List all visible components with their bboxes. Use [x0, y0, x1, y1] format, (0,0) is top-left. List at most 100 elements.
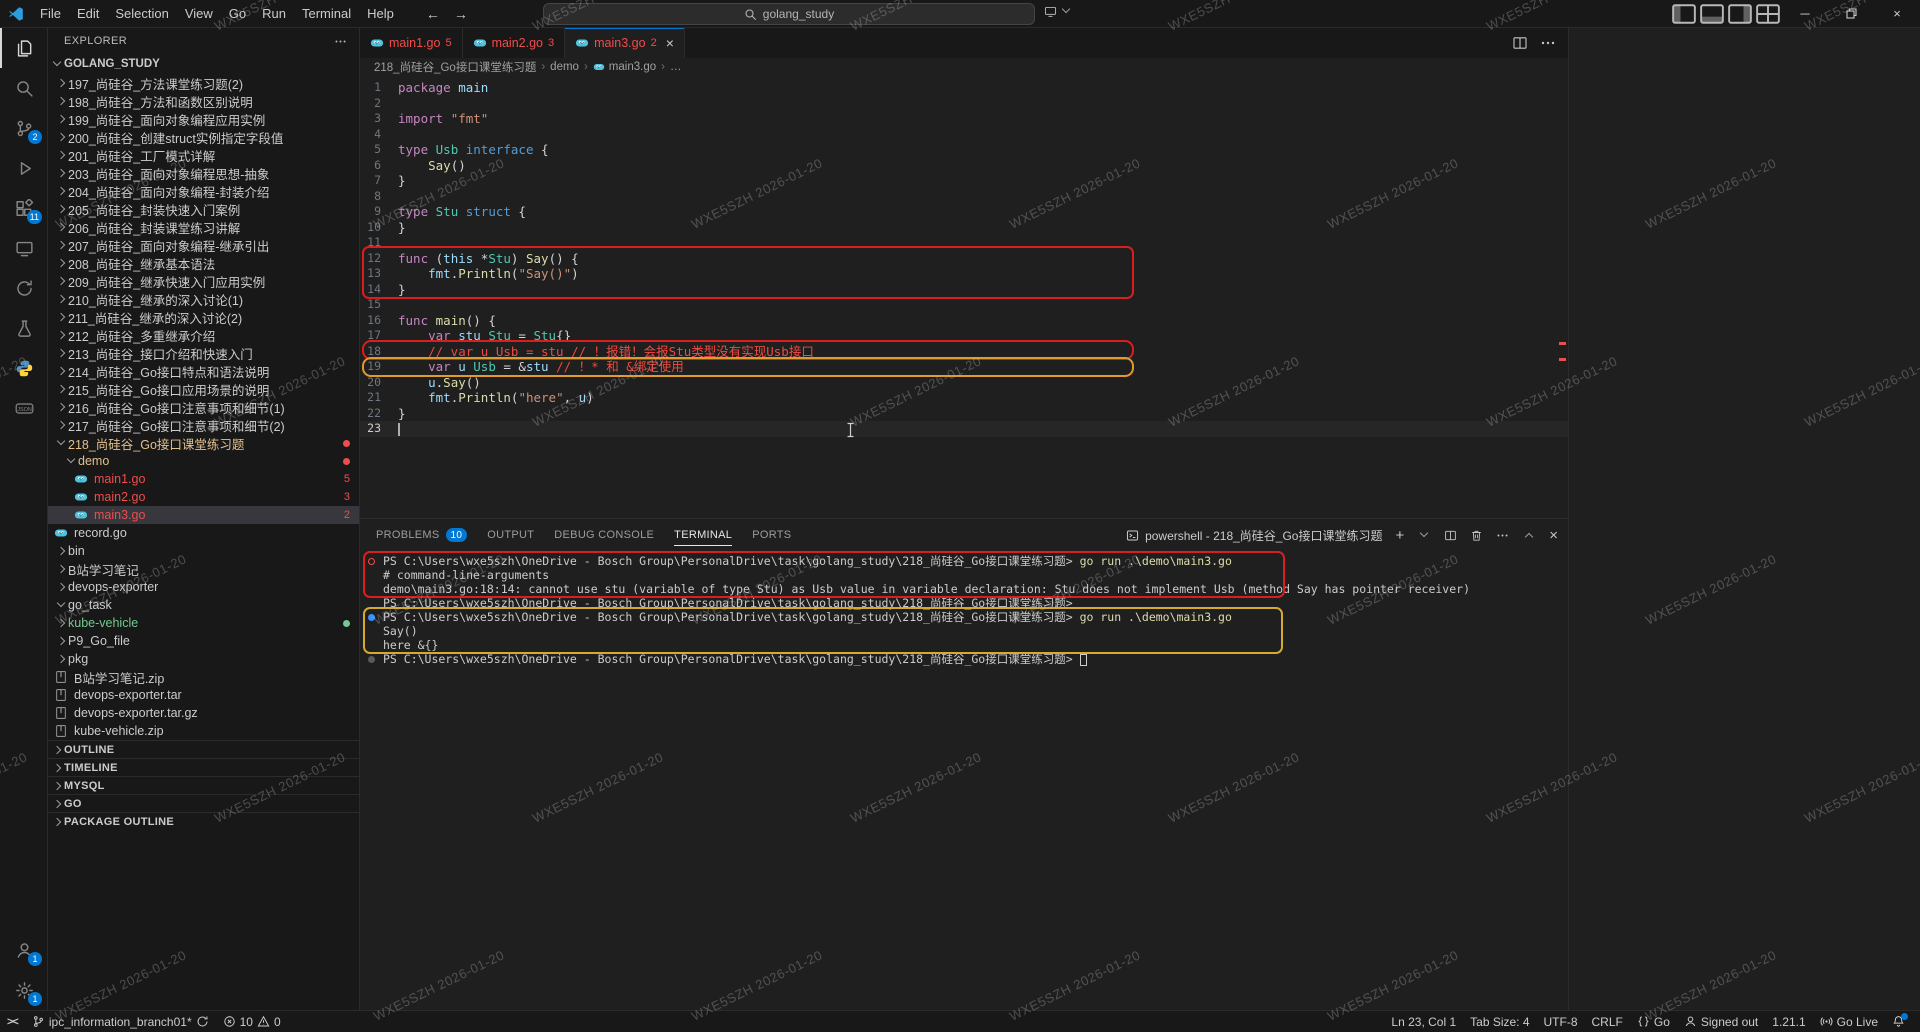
terminal-output[interactable]: PS C:\Users\wxe5szh\OneDrive - Bosch Gro…: [360, 551, 1568, 1010]
encoding[interactable]: UTF-8: [1537, 1011, 1585, 1032]
tree-item[interactable]: devops-exporter.tar.gz: [48, 704, 359, 722]
code-line[interactable]: 2: [360, 96, 1568, 112]
tree-item[interactable]: 205_尚硅谷_封装快速入门案例: [48, 200, 359, 218]
layout-control-button[interactable]: [1044, 4, 1073, 18]
remote-indicator[interactable]: ><: [0, 1011, 25, 1032]
eol-sequence[interactable]: CRLF: [1585, 1011, 1630, 1032]
account-status[interactable]: Signed out: [1677, 1011, 1765, 1032]
tree-item[interactable]: 201_尚硅谷_工厂模式详解: [48, 146, 359, 164]
code-editor[interactable]: 1 package main 2 3 import "fmt" 4 5 type Usb in…: [360, 76, 1568, 518]
nav-back-icon[interactable]: ←: [426, 6, 440, 22]
tree-item[interactable]: 206_尚硅谷_封装课堂练习讲解: [48, 218, 359, 236]
tree-item[interactable]: 204_尚硅谷_面向对象编程-封装介绍: [48, 182, 359, 200]
activity-search[interactable]: [0, 68, 47, 108]
sidebar-section-outline[interactable]: OUTLINE: [48, 740, 359, 758]
activity-remote[interactable]: [0, 228, 47, 268]
terminal-dropdown-icon[interactable]: [1417, 528, 1431, 542]
breadcrumb-item[interactable]: 218_尚硅谷_Go接口课堂练习题: [374, 59, 536, 75]
menu-view[interactable]: View: [177, 3, 221, 24]
toggle-primary-sidebar-icon[interactable]: [1670, 0, 1698, 27]
tree-item[interactable]: B站学习笔记.zip: [48, 668, 359, 686]
code-line[interactable]: 16 func main() {: [360, 313, 1568, 329]
split-editor-icon[interactable]: [1512, 35, 1528, 51]
activity-source-control[interactable]: 2: [0, 108, 47, 148]
panel-more-actions-icon[interactable]: [1496, 529, 1509, 542]
menu-go[interactable]: Go: [221, 3, 254, 24]
close-icon[interactable]: ×: [666, 36, 674, 50]
code-line[interactable]: 3 import "fmt": [360, 111, 1568, 127]
go-live[interactable]: Go Live: [1813, 1011, 1885, 1032]
sidebar-section-timeline[interactable]: TIMELINE: [48, 758, 359, 776]
panel-tab-debug-console[interactable]: DEBUG CONSOLE: [554, 519, 654, 551]
close-window-button[interactable]: ×: [1874, 0, 1920, 27]
code-line[interactable]: 4: [360, 127, 1568, 143]
breadcrumb-item[interactable]: …: [670, 61, 682, 73]
menu-selection[interactable]: Selection: [107, 3, 176, 24]
tree-item[interactable]: kube-vehicle: [48, 614, 359, 632]
kill-terminal-icon[interactable]: [1470, 529, 1483, 542]
tree-item[interactable]: 214_尚硅谷_Go接口特点和语法说明: [48, 362, 359, 380]
activity-testing[interactable]: [0, 308, 47, 348]
tree-item[interactable]: 215_尚硅谷_Go接口应用场景的说明: [48, 380, 359, 398]
sidebar-section-mysql[interactable]: MYSQL: [48, 776, 359, 794]
nav-forward-icon[interactable]: →: [454, 6, 468, 22]
tree-item[interactable]: demo: [48, 452, 359, 470]
code-line[interactable]: 10}: [360, 220, 1568, 236]
breadcrumb-item[interactable]: main3.go: [593, 61, 656, 73]
tree-item[interactable]: 212_尚硅谷_多重继承介绍: [48, 326, 359, 344]
customize-layout-icon[interactable]: [1754, 0, 1782, 27]
editor-more-actions-icon[interactable]: [1540, 35, 1556, 51]
terminal-session[interactable]: powershell - 218_尚硅谷_Go接口课堂练习题: [1126, 527, 1382, 544]
activity-settings[interactable]: 1: [0, 970, 47, 1010]
code-line[interactable]: 5 type Usb interface {: [360, 142, 1568, 158]
activity-account[interactable]: 1: [0, 930, 47, 970]
activity-json[interactable]: JSON: [0, 388, 47, 428]
code-line[interactable]: 15: [360, 297, 1568, 313]
minimize-button[interactable]: ─: [1782, 0, 1828, 27]
code-line[interactable]: 6 Say(): [360, 158, 1568, 174]
activity-explorer[interactable]: [0, 28, 47, 68]
problems-item[interactable]: 10 0: [216, 1011, 288, 1032]
tree-item[interactable]: B站学习笔记: [48, 560, 359, 578]
tree-item[interactable]: 218_尚硅谷_Go接口课堂练习题: [48, 434, 359, 452]
tree-item[interactable]: 200_尚硅谷_创建struct实例指定字段值: [48, 128, 359, 146]
cursor-position[interactable]: Ln 23, Col 1: [1384, 1011, 1463, 1032]
go-version[interactable]: 1.21.1: [1765, 1011, 1812, 1032]
notifications-bell[interactable]: [1885, 1011, 1912, 1032]
code-line[interactable]: 20 u.Say(): [360, 375, 1568, 391]
code-line[interactable]: 11: [360, 235, 1568, 251]
code-line[interactable]: 12 func (this *Stu) Say() {: [360, 251, 1568, 267]
tree-item[interactable]: main3.go 2: [48, 506, 359, 524]
code-line[interactable]: 17 var stu Stu = Stu{}: [360, 328, 1568, 344]
tree-item[interactable]: devops-exporter: [48, 578, 359, 596]
activity-sync[interactable]: [0, 268, 47, 308]
tree-item[interactable]: main2.go 3: [48, 488, 359, 506]
tree-item[interactable]: 209_尚硅谷_继承快速入门应用实例: [48, 272, 359, 290]
tree-item[interactable]: 213_尚硅谷_接口介绍和快速入门: [48, 344, 359, 362]
tree-item[interactable]: 208_尚硅谷_继承基本语法: [48, 254, 359, 272]
menu-run[interactable]: Run: [254, 3, 294, 24]
menu-help[interactable]: Help: [359, 3, 402, 24]
git-branch-item[interactable]: ipc_information_branch01*: [25, 1011, 216, 1032]
workspace-root[interactable]: GOLANG_STUDY: [48, 54, 359, 74]
code-line[interactable]: 14}: [360, 282, 1568, 298]
overview-ruler[interactable]: [1556, 76, 1568, 518]
new-terminal-icon[interactable]: +: [1395, 527, 1404, 544]
sidebar-section-go[interactable]: GO: [48, 794, 359, 812]
split-terminal-icon[interactable]: [1444, 529, 1457, 542]
sidebar-section-package-outline[interactable]: PACKAGE OUTLINE: [48, 812, 359, 830]
language-mode[interactable]: Go: [1630, 1011, 1677, 1032]
tree-item[interactable]: pkg: [48, 650, 359, 668]
tree-item[interactable]: 199_尚硅谷_面向对象编程应用实例: [48, 110, 359, 128]
tree-item[interactable]: record.go: [48, 524, 359, 542]
toggle-secondary-sidebar-icon[interactable]: [1726, 0, 1754, 27]
tree-item[interactable]: 217_尚硅谷_Go接口注意事项和细节(2): [48, 416, 359, 434]
tree-item[interactable]: 198_尚硅谷_方法和函数区别说明: [48, 92, 359, 110]
activity-python[interactable]: [0, 348, 47, 388]
indentation[interactable]: Tab Size: 4: [1463, 1011, 1536, 1032]
tree-item[interactable]: 203_尚硅谷_面向对象编程思想-抽象: [48, 164, 359, 182]
maximize-panel-icon[interactable]: [1522, 528, 1536, 542]
tree-item[interactable]: go_task: [48, 596, 359, 614]
code-line[interactable]: 23: [360, 421, 1568, 437]
tree-item[interactable]: devops-exporter.tar: [48, 686, 359, 704]
